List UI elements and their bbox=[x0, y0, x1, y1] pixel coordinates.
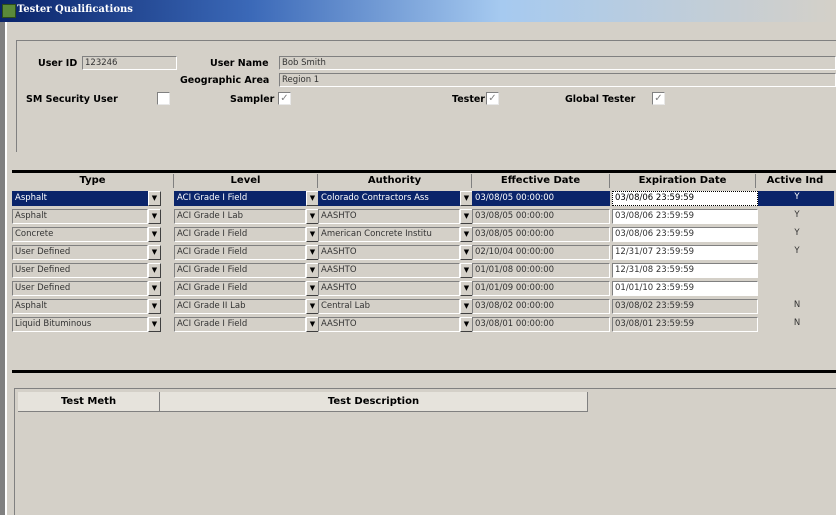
expiration-date-cell[interactable]: 12/31/07 23:59:59 bbox=[612, 245, 758, 260]
active-ind-cell[interactable]: N bbox=[758, 299, 834, 314]
effective-date-cell[interactable]: 03/08/01 00:00:00 bbox=[472, 317, 610, 332]
authority-cell[interactable]: AASHTO bbox=[318, 245, 460, 260]
chevron-down-icon[interactable]: ▼ bbox=[148, 299, 161, 314]
table-row[interactable]: Liquid Bituminous ▼ ACI Grade I Field ▼ AASH… bbox=[12, 316, 836, 334]
level-cell[interactable]: ACI Grade I Field bbox=[174, 263, 306, 278]
authority-cell[interactable]: American Concrete Institu bbox=[318, 227, 460, 242]
sm-security-checkbox[interactable] bbox=[157, 92, 170, 105]
chevron-down-icon[interactable]: ▼ bbox=[148, 245, 161, 260]
table-row[interactable]: User Defined ▼ ACI Grade I Field ▼ AASHTO ▼ 01… bbox=[12, 280, 836, 298]
title-bar: Tester Qualifications bbox=[0, 0, 836, 22]
active-ind-cell[interactable]: N bbox=[758, 317, 834, 332]
header-level[interactable]: Level bbox=[174, 174, 318, 188]
level-cell[interactable]: ACI Grade I Field bbox=[174, 317, 306, 332]
geographic-area-field[interactable]: Region 1 bbox=[279, 73, 836, 87]
authority-cell[interactable]: AASHTO bbox=[318, 281, 460, 296]
level-cell[interactable]: ACI Grade I Field bbox=[174, 245, 306, 260]
geographic-area-label: Geographic Area bbox=[180, 75, 270, 86]
chevron-down-icon[interactable]: ▼ bbox=[148, 263, 161, 278]
expiration-date-cell[interactable]: 03/08/02 23:59:59 bbox=[612, 299, 758, 314]
active-ind-cell[interactable]: Y bbox=[758, 191, 834, 206]
table-row[interactable]: User Defined ▼ ACI Grade I Field ▼ AASHTO ▼ 01… bbox=[12, 262, 836, 280]
type-cell[interactable]: Asphalt bbox=[12, 191, 148, 206]
expiration-date-cell[interactable]: 03/08/06 23:59:59 bbox=[612, 209, 758, 224]
active-ind-cell[interactable]: Y bbox=[758, 209, 834, 224]
level-cell[interactable]: ACI Grade II Lab bbox=[174, 299, 306, 314]
grid-top-border bbox=[12, 170, 836, 173]
chevron-down-icon[interactable]: ▼ bbox=[148, 227, 161, 242]
tester-label: Tester bbox=[452, 94, 485, 105]
user-name-label: User Name bbox=[210, 58, 269, 69]
authority-cell[interactable]: AASHTO bbox=[318, 209, 460, 224]
authority-cell[interactable]: AASHTO bbox=[318, 263, 460, 278]
expiration-date-cell[interactable]: 03/08/01 23:59:59 bbox=[612, 317, 758, 332]
active-ind-cell[interactable] bbox=[758, 263, 834, 278]
window-title: Tester Qualifications bbox=[17, 4, 133, 15]
header-effective-date[interactable]: Effective Date bbox=[472, 174, 610, 188]
authority-cell[interactable]: AASHTO bbox=[318, 317, 460, 332]
user-id-field[interactable]: 123246 bbox=[82, 56, 177, 70]
level-cell[interactable]: ACI Grade I Lab bbox=[174, 209, 306, 224]
global-tester-label: Global Tester bbox=[565, 94, 636, 105]
expiration-date-cell[interactable]: 03/08/06 23:59:59 bbox=[612, 227, 758, 242]
sampler-label: Sampler bbox=[230, 94, 275, 105]
level-cell[interactable]: ACI Grade I Field bbox=[174, 191, 306, 206]
sampler-checkbox[interactable]: ✓ bbox=[278, 92, 291, 105]
level-cell[interactable]: ACI Grade I Field bbox=[174, 281, 306, 296]
chevron-down-icon[interactable]: ▼ bbox=[148, 281, 161, 296]
active-ind-cell[interactable]: Y bbox=[758, 245, 834, 260]
left-highlight bbox=[5, 22, 7, 515]
type-cell[interactable]: User Defined bbox=[12, 263, 148, 278]
expiration-date-cell[interactable]: 12/31/08 23:59:59 bbox=[612, 263, 758, 278]
expiration-date-cell[interactable]: 03/08/06 23:59:59 bbox=[612, 191, 758, 206]
sm-security-label: SM Security User bbox=[26, 94, 118, 105]
table-row[interactable]: Asphalt ▼ ACI Grade II Lab ▼ Central Lab ▼ 03/… bbox=[12, 298, 836, 316]
chevron-down-icon[interactable]: ▼ bbox=[148, 209, 161, 224]
authority-cell[interactable]: Colorado Contractors Ass bbox=[318, 191, 460, 206]
expiration-date-cell[interactable]: 01/01/10 23:59:59 bbox=[612, 281, 758, 296]
type-cell[interactable]: Concrete bbox=[12, 227, 148, 242]
global-tester-checkbox[interactable]: ✓ bbox=[652, 92, 665, 105]
header-test-meth[interactable]: Test Meth bbox=[18, 392, 160, 412]
effective-date-cell[interactable]: 03/08/02 00:00:00 bbox=[472, 299, 610, 314]
type-cell[interactable]: Asphalt bbox=[12, 299, 148, 314]
authority-cell[interactable]: Central Lab bbox=[318, 299, 460, 314]
level-cell[interactable]: ACI Grade I Field bbox=[174, 227, 306, 242]
chevron-down-icon[interactable]: ▼ bbox=[148, 191, 161, 206]
active-ind-cell[interactable]: Y bbox=[758, 227, 834, 242]
window-icon bbox=[2, 4, 16, 18]
header-active-ind[interactable]: Active Ind bbox=[756, 174, 834, 188]
table-row[interactable]: Asphalt ▼ ACI Grade I Lab ▼ AASHTO ▼ 03/08/05 … bbox=[12, 208, 836, 226]
type-cell[interactable]: User Defined bbox=[12, 281, 148, 296]
active-ind-cell[interactable] bbox=[758, 281, 834, 296]
type-cell[interactable]: Liquid Bituminous bbox=[12, 317, 148, 332]
tester-checkbox[interactable]: ✓ bbox=[486, 92, 499, 105]
header-test-description[interactable]: Test Description bbox=[160, 392, 588, 412]
chevron-down-icon[interactable]: ▼ bbox=[148, 317, 161, 332]
effective-date-cell[interactable]: 01/01/09 00:00:00 bbox=[472, 281, 610, 296]
header-authority[interactable]: Authority bbox=[318, 174, 472, 188]
header-type[interactable]: Type bbox=[12, 174, 174, 188]
user-name-field[interactable]: Bob Smith bbox=[279, 56, 836, 70]
effective-date-cell[interactable]: 03/08/05 00:00:00 bbox=[472, 191, 610, 206]
table-row[interactable]: User Defined ▼ ACI Grade I Field ▼ AASHTO ▼ 02… bbox=[12, 244, 836, 262]
header-expiration-date[interactable]: Expiration Date bbox=[610, 174, 756, 188]
effective-date-cell[interactable]: 03/08/05 00:00:00 bbox=[472, 209, 610, 224]
table-row[interactable]: Concrete ▼ ACI Grade I Field ▼ American Conc… bbox=[12, 226, 836, 244]
table-row[interactable]: Asphalt ▼ ACI Grade I Field ▼ Colorado Contr… bbox=[12, 190, 836, 208]
user-id-label: User ID bbox=[38, 58, 78, 69]
effective-date-cell[interactable]: 01/01/08 00:00:00 bbox=[472, 263, 610, 278]
effective-date-cell[interactable]: 02/10/04 00:00:00 bbox=[472, 245, 610, 260]
effective-date-cell[interactable]: 03/08/05 00:00:00 bbox=[472, 227, 610, 242]
type-cell[interactable]: Asphalt bbox=[12, 209, 148, 224]
grid-bottom-border bbox=[12, 370, 836, 373]
type-cell[interactable]: User Defined bbox=[12, 245, 148, 260]
